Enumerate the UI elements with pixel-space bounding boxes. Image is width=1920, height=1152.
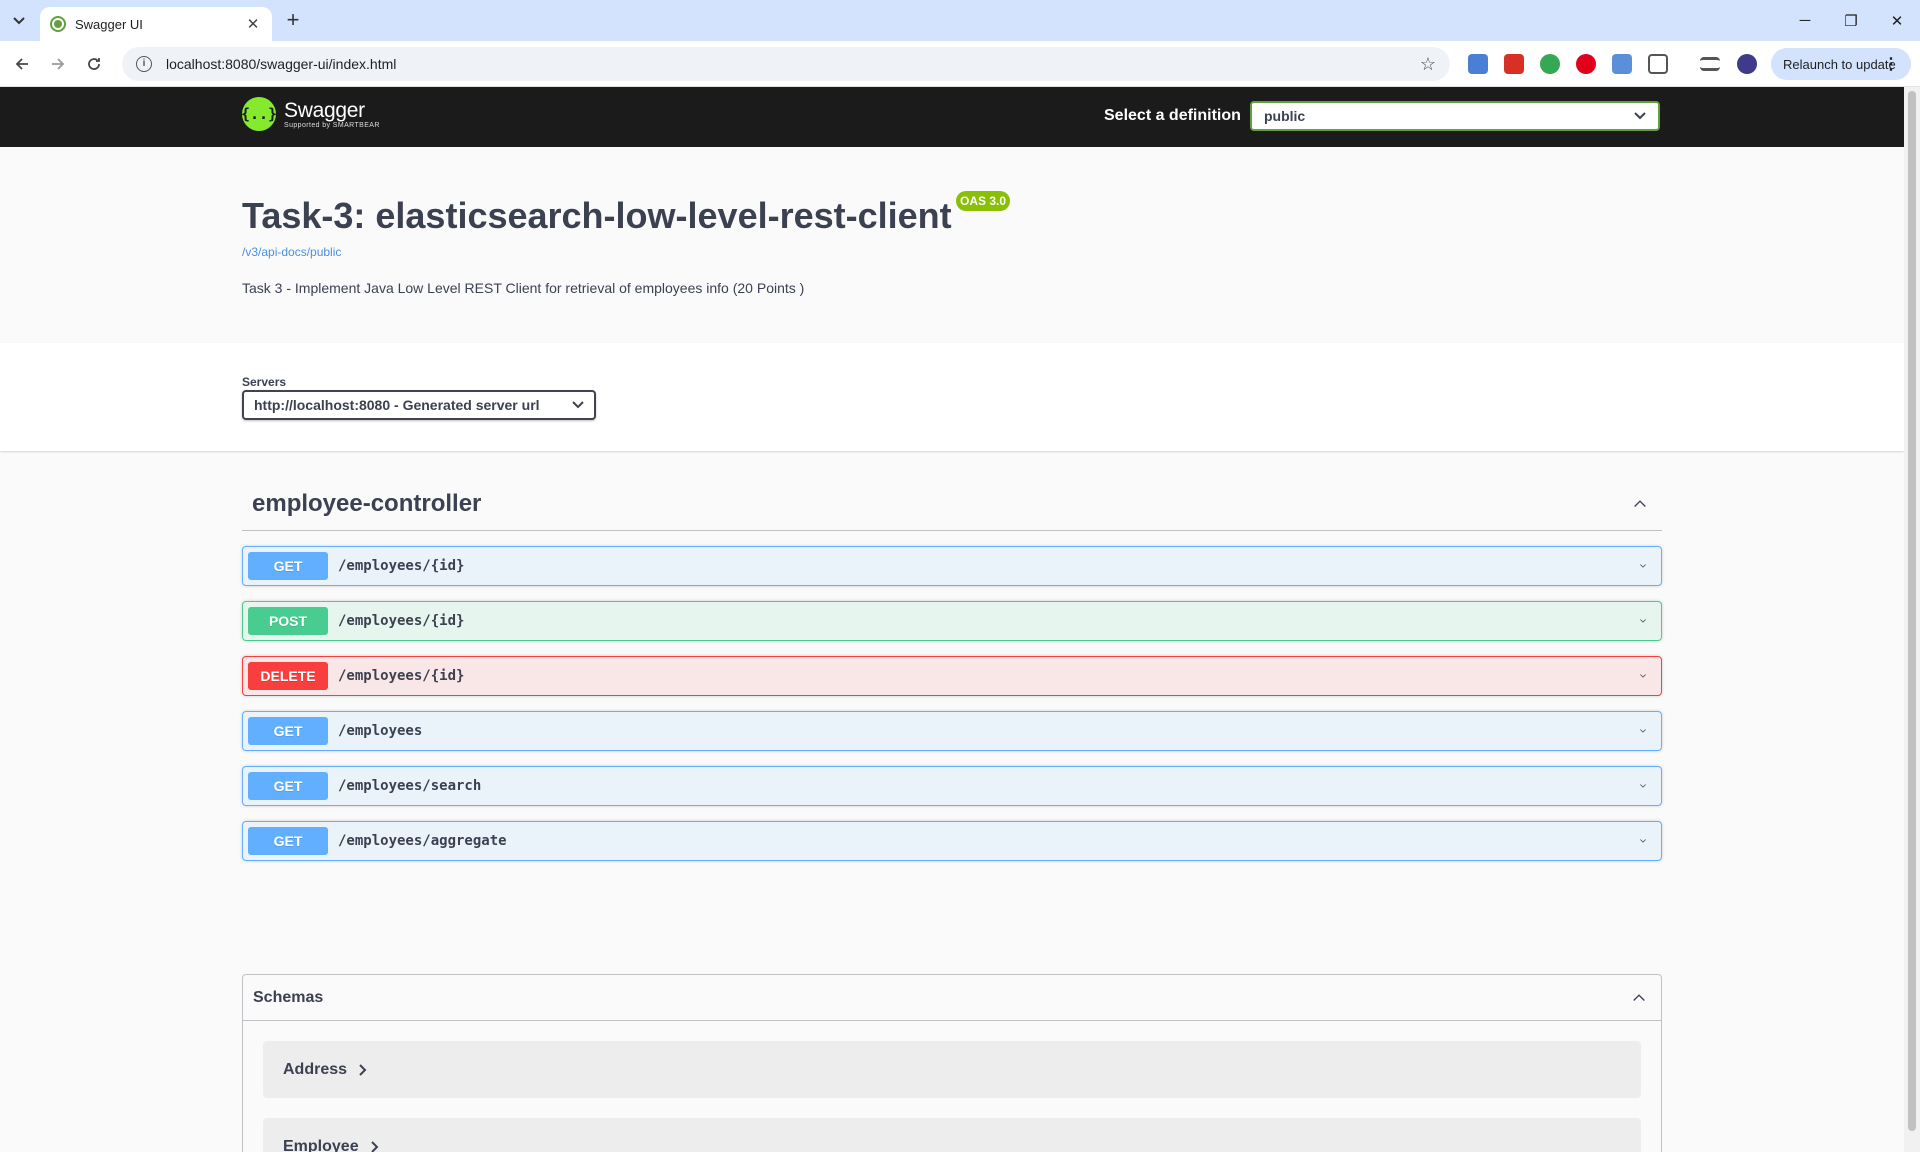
api-info: Task-3: elasticsearch-low-level-rest-cli… [242,191,1662,296]
more-menu-icon[interactable]: ⋮ [1883,54,1899,74]
chevron-down-icon [572,401,584,409]
chevron-down-icon [1634,112,1646,120]
operation-path: /employees/{id} [338,558,465,574]
operation-get-employees[interactable]: GET /employees [242,711,1662,751]
operation-post-employee-by-id[interactable]: POST /employees/{id} [242,601,1662,641]
tag-name: employee-controller [252,489,482,517]
operation-path: /employees/aggregate [338,833,507,849]
method-badge: DELETE [248,662,328,690]
page-scrollbar[interactable] [1904,87,1920,1152]
minimize-button[interactable]: ─ [1782,0,1828,41]
browser-tabstrip: Swagger UI ✕ + ─ ❐ ✕ [0,0,1920,41]
page-title: Task-3: elasticsearch-low-level-rest-cli… [242,195,952,236]
method-badge: GET [248,717,328,745]
definition-select[interactable]: public [1250,101,1660,131]
swagger-topbar: {..} Swagger Supported by SMARTBEAR Sele… [0,87,1904,147]
schemas-header[interactable]: Schemas [243,975,1661,1021]
model-name: Employee [283,1137,359,1152]
tag-section-employee-controller: employee-controller GET /employees/{id} … [242,477,1662,861]
chevron-down-icon[interactable] [1640,726,1656,736]
arrow-left-icon [15,58,28,70]
method-badge: GET [248,772,328,800]
arrow-right-icon [52,58,65,70]
swagger-page: {..} Swagger Supported by SMARTBEAR Sele… [0,87,1904,1152]
reload-icon [88,58,100,70]
site-info-icon[interactable]: i [136,56,152,72]
operation-get-employees-aggregate[interactable]: GET /employees/aggregate [242,821,1662,861]
logo-sub: Supported by SMARTBEAR [284,121,380,129]
operation-get-employees-search[interactable]: GET /employees/search [242,766,1662,806]
browser-toolbar: i localhost:8080/swagger-ui/index.html ☆… [0,41,1920,87]
chevron-right-icon[interactable] [370,1140,379,1152]
servers-selected-value: http://localhost:8080 - Generated server… [254,397,540,413]
media-control-icon[interactable] [1700,57,1720,71]
logo-name: Swagger [284,98,365,122]
servers-label: Servers [242,375,287,389]
extension-badge-icon[interactable] [1504,54,1524,74]
chevron-down-icon[interactable] [1640,561,1656,571]
method-badge: GET [248,827,328,855]
chevron-up-icon[interactable] [1633,992,1651,1003]
swagger-logo-icon: {..} [241,97,277,131]
schema-model-employee[interactable]: Employee [263,1118,1641,1152]
definition-value: public [1264,108,1306,124]
servers-select[interactable]: http://localhost:8080 - Generated server… [242,390,596,420]
definition-label: Select a definition [1104,107,1241,124]
chevron-down-icon[interactable] [1640,836,1656,846]
back-button[interactable] [8,50,36,78]
spec-url-link[interactable]: /v3/api-docs/public [242,245,341,259]
url-text[interactable]: localhost:8080/swagger-ui/index.html [166,56,1420,72]
browser-tab-active[interactable]: Swagger UI ✕ [40,7,272,41]
chevron-down-icon [13,17,25,25]
new-tab-button[interactable]: + [280,8,306,34]
chevron-down-icon[interactable] [1640,781,1656,791]
extensions-puzzle-icon[interactable] [1648,54,1668,74]
tag-header[interactable]: employee-controller [242,477,1662,531]
reload-button[interactable] [80,50,108,78]
profile-avatar[interactable] [1737,54,1757,74]
api-description: Task 3 - Implement Java Low Level REST C… [242,280,805,296]
relaunch-label: Relaunch to update [1783,56,1896,72]
chevron-down-icon[interactable] [1640,671,1656,681]
chevron-down-icon[interactable] [1640,616,1656,626]
schemas-title: Schemas [253,988,324,1006]
tab-title: Swagger UI [75,16,143,32]
tab-search-button[interactable] [6,8,32,34]
extension-green-icon[interactable] [1540,54,1560,74]
operation-path: /employees/{id} [338,668,465,684]
operation-path: /employees/search [338,778,482,794]
extension-network-icon[interactable] [1612,54,1632,74]
operation-get-employee-by-id[interactable]: GET /employees/{id} [242,546,1662,586]
schemas-section: Schemas Address Employee [242,974,1662,1152]
schema-model-address[interactable]: Address [263,1041,1641,1098]
method-badge: POST [248,607,328,635]
restore-button[interactable]: ❐ [1828,0,1874,41]
swagger-favicon-icon [50,16,66,32]
address-bar[interactable]: i localhost:8080/swagger-ui/index.html ☆ [122,47,1450,81]
operation-path: /employees [338,723,423,739]
operation-delete-employee-by-id[interactable]: DELETE /employees/{id} [242,656,1662,696]
chevron-right-icon[interactable] [359,1063,367,1076]
operation-path: /employees/{id} [338,613,465,629]
method-badge: GET [248,552,328,580]
tab-close-icon[interactable]: ✕ [244,15,262,33]
chevron-up-icon[interactable] [1634,498,1652,509]
forward-button[interactable] [44,50,72,78]
scrollbar-thumb[interactable] [1908,91,1916,1131]
servers-section: Servers http://localhost:8080 - Generate… [0,343,1904,451]
translate-extension-icon[interactable] [1468,54,1488,74]
swagger-logo[interactable]: {..} Swagger Supported by SMARTBEAR [241,97,380,131]
opera-extension-icon[interactable] [1576,54,1596,74]
bookmark-star-icon[interactable]: ☆ [1420,54,1436,75]
relaunch-to-update-button[interactable]: Relaunch to update ⋮ [1771,48,1911,80]
oas-version-badge: OAS 3.0 [956,191,1011,211]
model-name: Address [283,1060,348,1078]
close-window-button[interactable]: ✕ [1874,0,1920,41]
